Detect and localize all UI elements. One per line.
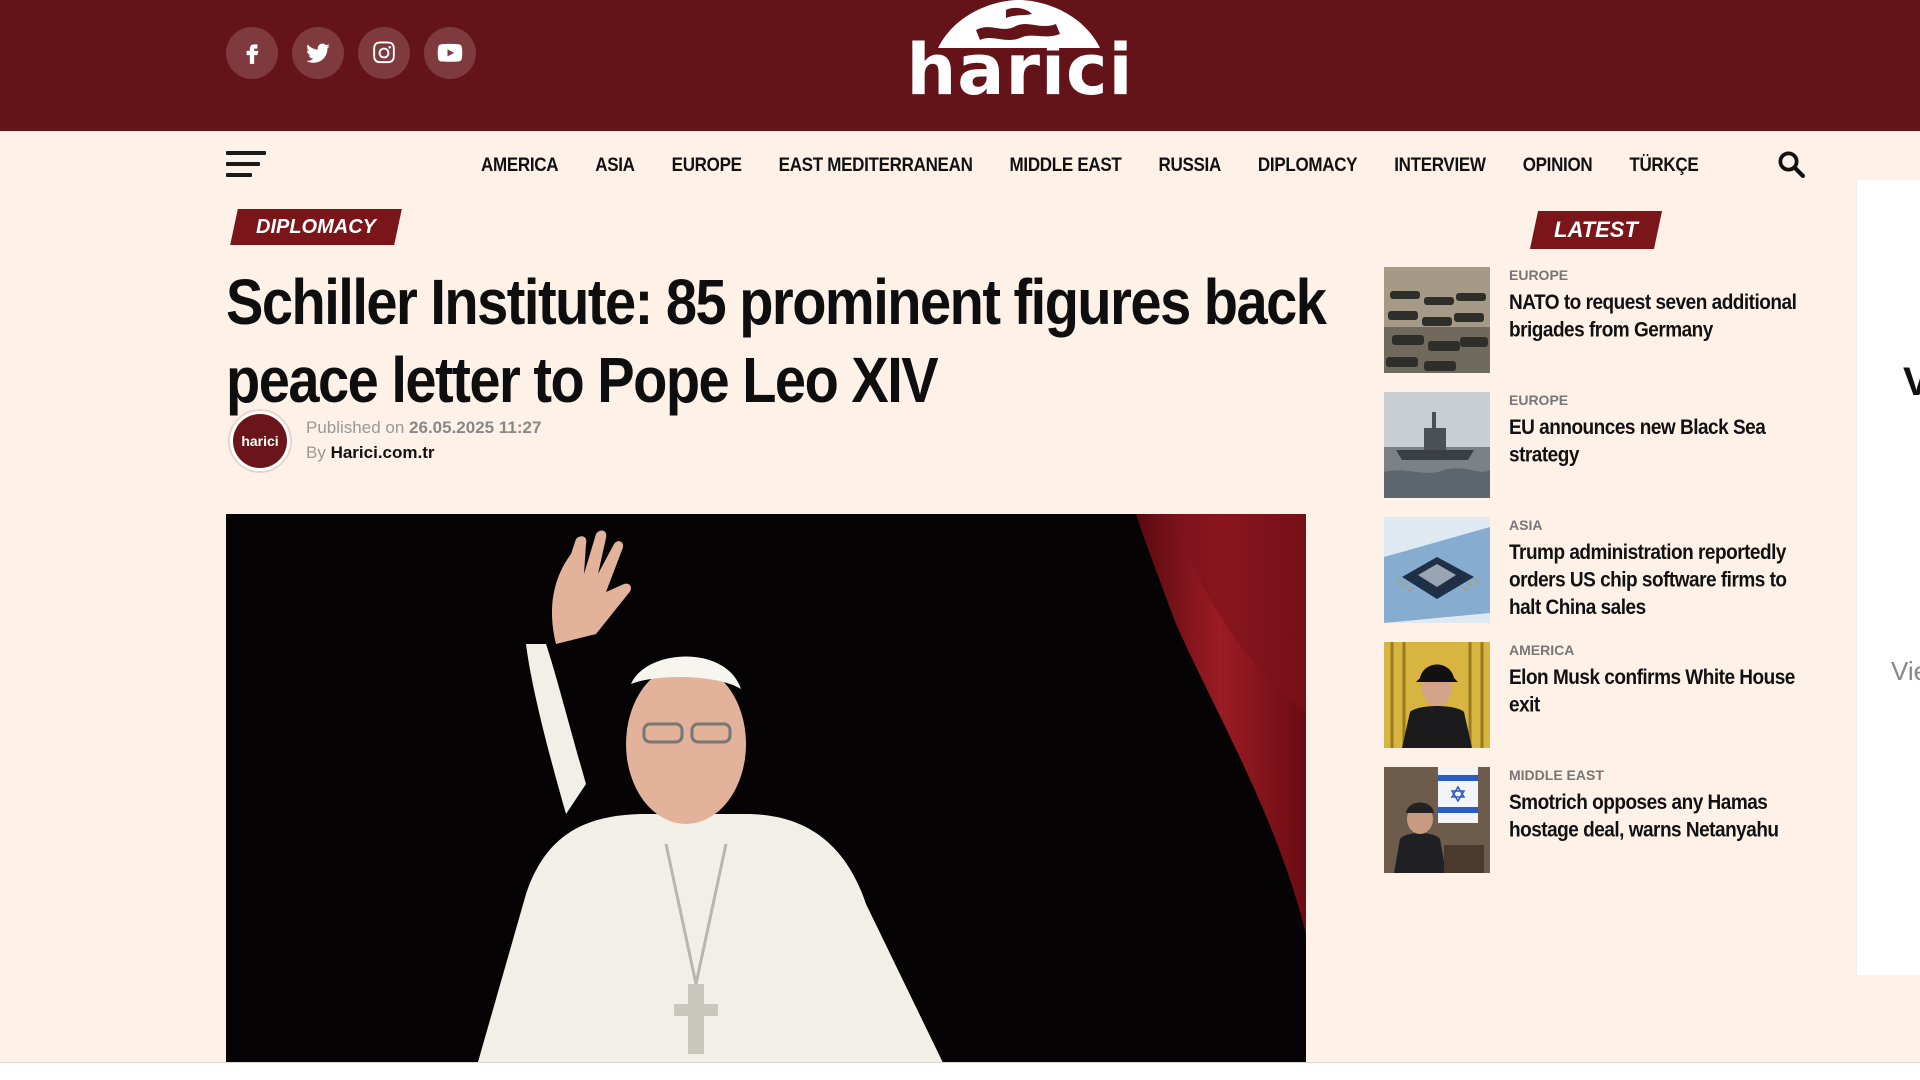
avatar-logo: harici [233, 414, 287, 468]
article-headline: Schiller Institute: 85 prominent figures… [226, 265, 1327, 416]
category-tag[interactable]: DIPLOMACY [230, 209, 402, 245]
nav-item-middle-east[interactable]: MIDDLE EAST [1010, 154, 1122, 177]
site-header: harici [0, 0, 1920, 131]
instagram-icon [373, 41, 395, 64]
side-ad-panel[interactable]: V Vie [1856, 180, 1920, 975]
nav-item-asia[interactable]: ASIA [595, 154, 635, 177]
published-label: Published on [306, 418, 405, 437]
latest-item-title[interactable]: NATO to request seven additional brigade… [1509, 289, 1804, 344]
latest-item[interactable]: EUROPE EU announces new Black Sea strate… [1384, 392, 1804, 517]
latest-item-title[interactable]: Trump administration reportedly orders U… [1509, 539, 1804, 622]
latest-item-title[interactable]: EU announces new Black Sea strategy [1509, 414, 1804, 469]
latest-item-title[interactable]: Smotrich opposes any Hamas hostage deal,… [1509, 789, 1804, 844]
nav-item-opinion[interactable]: OPINION [1523, 154, 1593, 177]
nav-items: AMERICA ASIA EUROPE EAST MEDITERRANEAN M… [481, 131, 1699, 199]
latest-item-thumbnail[interactable] [1384, 517, 1490, 623]
youtube-icon [437, 43, 463, 62]
latest-item-thumbnail[interactable] [1384, 767, 1490, 873]
nav-item-diplomacy[interactable]: DIPLOMACY [1258, 154, 1358, 177]
twitter-button[interactable] [292, 27, 344, 79]
latest-item-thumbnail[interactable] [1384, 642, 1490, 748]
latest-item-category[interactable]: AMERICA [1509, 642, 1574, 658]
author-row: By Harici.com.tr [306, 440, 726, 465]
facebook-icon [246, 44, 259, 64]
latest-heading-label: LATEST [1554, 217, 1638, 242]
nav-item-turkce[interactable]: TÜRKÇE [1629, 154, 1698, 177]
search-icon[interactable] [1776, 149, 1806, 179]
author-link[interactable]: Harici.com.tr [331, 443, 435, 462]
instagram-button[interactable] [358, 27, 410, 79]
latest-item-category[interactable]: MIDDLE EAST [1509, 767, 1604, 783]
side-panel-text-top: V [1903, 360, 1920, 404]
latest-item[interactable]: ASIA Trump administration reportedly ord… [1384, 517, 1804, 642]
published-row: Published on 26.05.2025 11:27 [306, 415, 726, 440]
latest-item[interactable]: AMERICA Elon Musk confirms White House e… [1384, 642, 1804, 767]
latest-heading: LATEST [1529, 211, 1662, 249]
nav-item-america[interactable]: AMERICA [481, 154, 559, 177]
side-panel-text-mid: Vie [1891, 656, 1920, 686]
twitter-icon [306, 43, 330, 63]
nav-item-east-mediterranean[interactable]: EAST MEDITERRANEAN [779, 154, 973, 177]
youtube-button[interactable] [424, 27, 476, 79]
author-avatar[interactable]: harici [228, 409, 292, 473]
latest-item-title[interactable]: Elon Musk confirms White House exit [1509, 664, 1804, 719]
hero-image [226, 514, 1306, 1069]
nav-item-europe[interactable]: EUROPE [672, 154, 742, 177]
facebook-button[interactable] [226, 27, 278, 79]
latest-item-thumbnail[interactable] [1384, 392, 1490, 498]
site-logo[interactable]: harici [900, 0, 1140, 112]
latest-item-category[interactable]: EUROPE [1509, 267, 1568, 283]
logo-text: harici [906, 29, 1134, 111]
latest-list: EUROPE NATO to request seven additional … [1384, 267, 1804, 892]
by-label: By [306, 443, 326, 462]
published-date: 26.05.2025 11:27 [409, 418, 542, 437]
main-navigation: AMERICA ASIA EUROPE EAST MEDITERRANEAN M… [0, 131, 1920, 199]
nav-item-russia[interactable]: RUSSIA [1158, 154, 1221, 177]
latest-item-category[interactable]: ASIA [1509, 517, 1542, 533]
social-links [226, 27, 476, 79]
article-meta: Published on 26.05.2025 11:27 By Harici.… [306, 415, 726, 465]
hamburger-menu-icon[interactable] [226, 151, 266, 179]
latest-item-category[interactable]: EUROPE [1509, 392, 1568, 408]
nav-item-interview[interactable]: INTERVIEW [1394, 154, 1486, 177]
latest-item[interactable]: MIDDLE EAST Smotrich opposes any Hamas h… [1384, 767, 1804, 892]
latest-item-thumbnail[interactable] [1384, 267, 1490, 373]
category-label: DIPLOMACY [256, 216, 376, 238]
bottom-ad-strip [0, 1062, 1920, 1080]
latest-item[interactable]: EUROPE NATO to request seven additional … [1384, 267, 1804, 392]
